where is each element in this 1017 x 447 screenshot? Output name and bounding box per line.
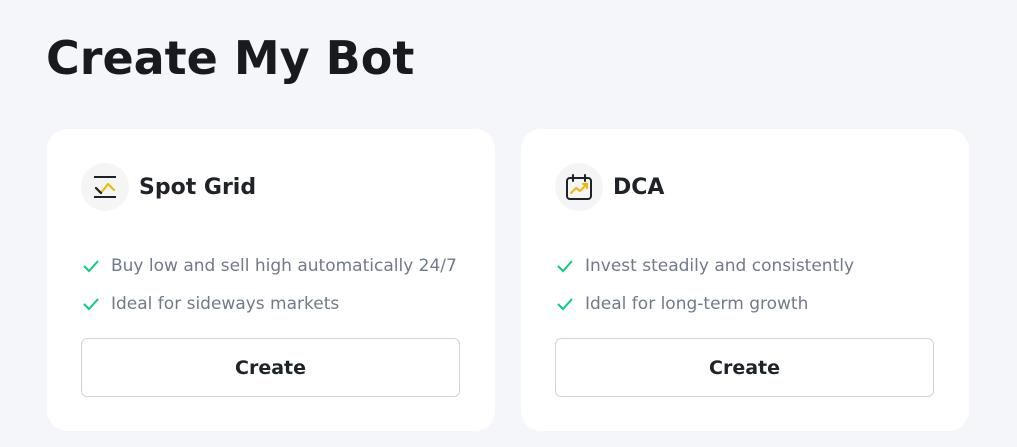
card-header: Spot Grid xyxy=(81,163,461,211)
list-item: Ideal for sideways markets xyxy=(81,285,461,323)
list-item: Buy low and sell high automatically 24/7 xyxy=(81,247,461,285)
feature-text: Invest steadily and consistently xyxy=(585,256,855,276)
spot-grid-card: Spot Grid Buy low and sell high automati… xyxy=(47,129,495,431)
dca-card: DCA Invest steadily and consistently Ide… xyxy=(521,129,969,431)
card-title: DCA xyxy=(613,174,665,200)
calendar-chart-icon xyxy=(555,163,603,211)
card-header: DCA xyxy=(555,163,935,211)
check-icon xyxy=(555,294,575,314)
create-spot-grid-button[interactable]: Create xyxy=(81,338,460,397)
feature-text: Ideal for sideways markets xyxy=(111,294,340,314)
spot-grid-icon xyxy=(81,163,129,211)
page-title: Create My Bot xyxy=(46,31,415,85)
list-item: Invest steadily and consistently xyxy=(555,247,935,285)
feature-text: Ideal for long-term growth xyxy=(585,294,809,314)
feature-list: Buy low and sell high automatically 24/7… xyxy=(81,247,461,323)
feature-list: Invest steadily and consistently Ideal f… xyxy=(555,247,935,323)
list-item: Ideal for long-term growth xyxy=(555,285,935,323)
create-dca-button[interactable]: Create xyxy=(555,338,934,397)
check-icon xyxy=(555,256,575,276)
card-title: Spot Grid xyxy=(139,174,257,200)
check-icon xyxy=(81,256,101,276)
feature-text: Buy low and sell high automatically 24/7 xyxy=(111,256,457,276)
check-icon xyxy=(81,294,101,314)
bot-cards: Spot Grid Buy low and sell high automati… xyxy=(47,129,969,431)
